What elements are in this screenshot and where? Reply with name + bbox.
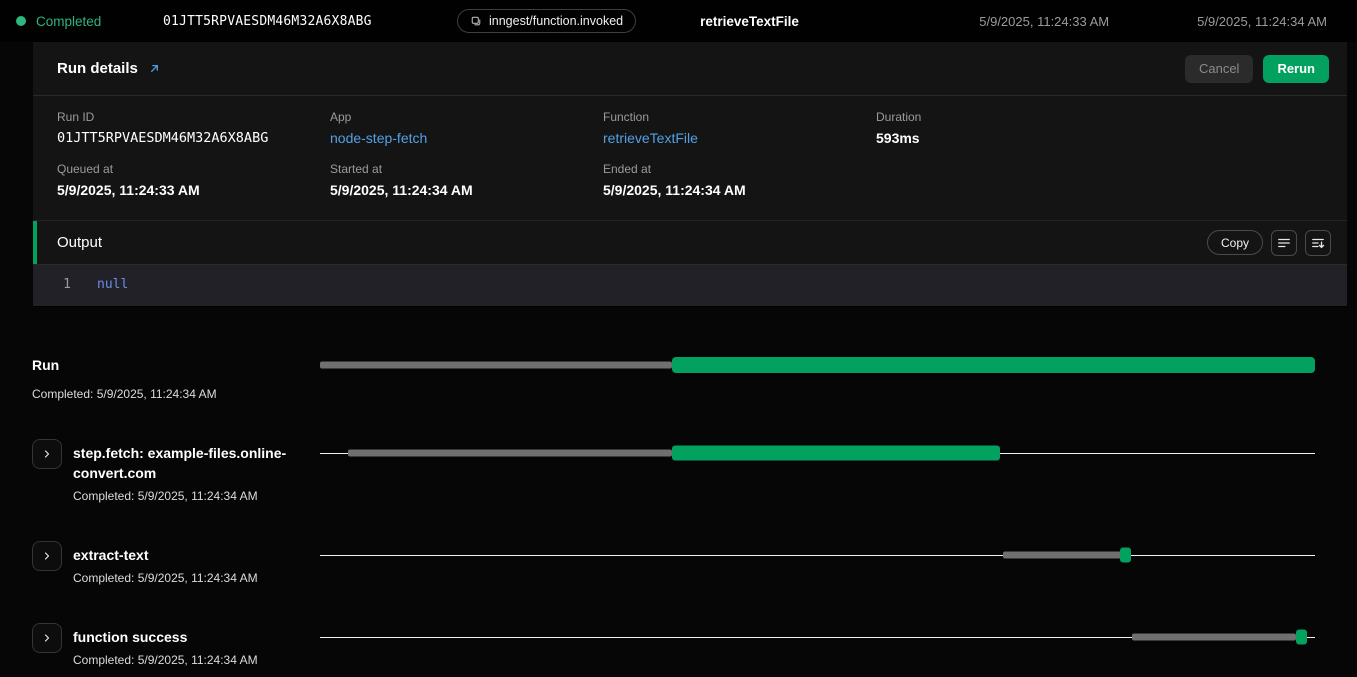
step-wait-bar — [348, 450, 672, 457]
field-value: 5/9/2025, 11:24:34 AM — [603, 182, 876, 198]
field-value: 5/9/2025, 11:24:34 AM — [330, 182, 603, 198]
run-status: Completed — [16, 14, 163, 29]
step-wait-bar — [1132, 634, 1296, 641]
jump-to-bottom-icon — [1311, 236, 1325, 250]
run-id-text: 01JTT5RPVAESDM46M32A6X8ABG — [163, 14, 457, 29]
run-info-grid: Run ID 01JTT5RPVAESDM46M32A6X8ABG App no… — [33, 96, 1347, 220]
timeline-run-label: Run — [32, 355, 217, 375]
cancel-button[interactable]: Cancel — [1185, 55, 1253, 83]
step-completed: Completed: 5/9/2025, 11:24:34 AM — [73, 653, 258, 667]
field-label: Duration — [876, 110, 1323, 124]
chevron-right-icon — [41, 448, 53, 460]
step-duration-bar — [1120, 548, 1131, 563]
event-icon — [470, 15, 482, 27]
timeline-run-completed: Completed: 5/9/2025, 11:24:34 AM — [32, 387, 217, 401]
queued-duration-bar — [320, 362, 672, 369]
output-code-block[interactable]: 1 null — [33, 264, 1347, 306]
field-label: Started at — [330, 162, 603, 176]
timeline-step-row: function success Completed: 5/9/2025, 11… — [32, 627, 1315, 667]
step-label: extract-text — [73, 545, 258, 565]
external-link-icon[interactable] — [148, 62, 161, 75]
field-label: Run ID — [57, 110, 330, 124]
status-label: Completed — [36, 14, 101, 29]
field-value: 01JTT5RPVAESDM46M32A6X8ABG — [57, 130, 330, 146]
step-track — [320, 445, 1315, 461]
function-link[interactable]: retrieveTextFile — [603, 130, 876, 146]
empty-cell — [876, 162, 1323, 198]
field-label: Queued at — [57, 162, 330, 176]
panel-title: Run details — [57, 60, 138, 77]
timeline-run-track — [320, 357, 1315, 373]
field-started-at: Started at 5/9/2025, 11:24:34 AM — [330, 162, 603, 198]
field-label: App — [330, 110, 603, 124]
field-run-id: Run ID 01JTT5RPVAESDM46M32A6X8ABG — [57, 110, 330, 146]
step-completed: Completed: 5/9/2025, 11:24:34 AM — [73, 489, 291, 503]
field-ended-at: Ended at 5/9/2025, 11:24:34 AM — [603, 162, 876, 198]
field-duration: Duration 593ms — [876, 110, 1323, 146]
field-label: Ended at — [603, 162, 876, 176]
output-header: Output Copy — [33, 220, 1347, 264]
step-track — [320, 629, 1315, 645]
wrap-lines-button[interactable] — [1271, 230, 1297, 256]
step-wait-bar — [1003, 552, 1121, 559]
expand-step-button[interactable] — [32, 623, 62, 653]
code-line-number: 1 — [61, 277, 71, 292]
expand-step-button[interactable] — [32, 439, 62, 469]
field-value: 593ms — [876, 130, 1323, 146]
wrap-lines-icon — [1277, 236, 1291, 250]
step-track — [320, 547, 1315, 563]
run-details-panel: Run details Cancel Rerun Run ID 01JTT5RP… — [33, 42, 1347, 307]
field-app: App node-step-fetch — [330, 110, 603, 146]
step-completed: Completed: 5/9/2025, 11:24:34 AM — [73, 571, 258, 585]
run-duration-bar — [672, 357, 1315, 373]
rerun-button[interactable]: Rerun — [1263, 55, 1329, 83]
jump-to-bottom-button[interactable] — [1305, 230, 1331, 256]
app-link[interactable]: node-step-fetch — [330, 130, 603, 146]
chevron-right-icon — [41, 632, 53, 644]
timeline-step-row: step.fetch: example-files.online-convert… — [32, 443, 1315, 503]
field-value: 5/9/2025, 11:24:33 AM — [57, 182, 330, 198]
copy-button[interactable]: Copy — [1207, 230, 1263, 255]
event-badge-label: inngest/function.invoked — [489, 14, 623, 28]
chevron-right-icon — [41, 550, 53, 562]
started-timestamp: 5/9/2025, 11:24:34 AM — [1197, 14, 1327, 29]
event-badge[interactable]: inngest/function.invoked — [457, 9, 636, 33]
step-duration-bar — [1296, 630, 1307, 645]
field-function: Function retrieveTextFile — [603, 110, 876, 146]
step-label: function success — [73, 627, 258, 647]
step-label: step.fetch: example-files.online-convert… — [73, 443, 291, 483]
expand-step-button[interactable] — [32, 541, 62, 571]
field-queued-at: Queued at 5/9/2025, 11:24:33 AM — [57, 162, 330, 198]
output-accent-bar — [33, 221, 37, 264]
code-text: null — [97, 277, 128, 292]
panel-header: Run details Cancel Rerun — [33, 42, 1347, 96]
run-timeline: Run Completed: 5/9/2025, 11:24:34 AM ste… — [0, 307, 1357, 677]
field-label: Function — [603, 110, 876, 124]
timeline-run-row: Run Completed: 5/9/2025, 11:24:34 AM — [32, 355, 1315, 401]
status-dot-icon — [16, 16, 26, 26]
timeline-step-row: extract-text Completed: 5/9/2025, 11:24:… — [32, 545, 1315, 585]
step-duration-bar — [672, 446, 999, 461]
output-title: Output — [57, 234, 102, 251]
queued-timestamp: 5/9/2025, 11:24:33 AM — [979, 14, 1109, 29]
function-name-text: retrieveTextFile — [700, 14, 799, 29]
run-summary-bar: Completed 01JTT5RPVAESDM46M32A6X8ABG inn… — [0, 0, 1357, 42]
